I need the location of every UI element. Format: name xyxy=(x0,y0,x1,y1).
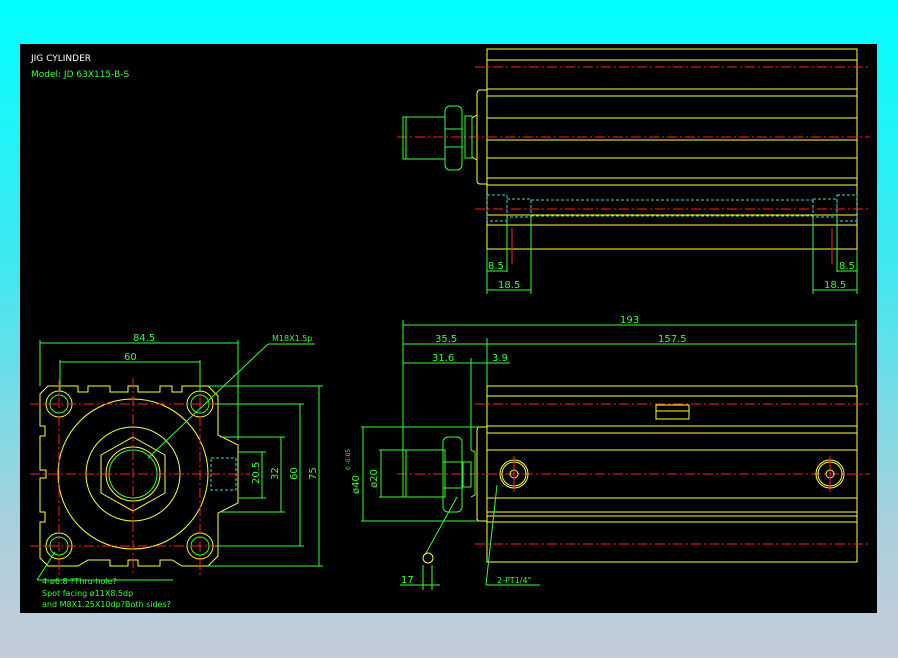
dim-20-5: 20.5 xyxy=(251,462,262,484)
dim-body: 157.5 xyxy=(658,334,687,345)
dim-boss-tol: 0 -0.05 xyxy=(345,449,352,470)
dim-pitch: 60 xyxy=(124,352,137,363)
dim-8-5-left: 8.5 xyxy=(488,261,504,272)
drawing-title: JIG CYLINDER xyxy=(30,54,91,64)
dim-nut: 17 xyxy=(401,575,414,586)
hole-note-1: 4-ø6.8 ?Thru-hole? xyxy=(42,577,117,586)
dim-8-5-right: 8.5 xyxy=(839,261,855,272)
dim-boss-dia: ø40 xyxy=(351,475,362,494)
dim-32: 32 xyxy=(270,467,281,480)
dim-rod-dia: ø20 xyxy=(369,469,380,488)
dim-18-5-left: 18.5 xyxy=(498,280,520,291)
thread-note: M18X1.5p xyxy=(272,334,312,343)
dim-60-vertical: 60 xyxy=(289,467,300,480)
port-note: 2-PT1/4" xyxy=(497,576,531,585)
hole-note-3: and M8X1.25X10dp?Both sides? xyxy=(42,600,171,609)
dim-overall: 193 xyxy=(620,315,639,326)
dim-75: 75 xyxy=(308,467,319,480)
dim-rod-len: 31.6 xyxy=(432,353,454,364)
dim-gap: 3.9 xyxy=(492,353,508,364)
dim-rod-end: 35.5 xyxy=(435,334,457,345)
dim-width: 84.5 xyxy=(133,333,155,344)
model-label: Model: JD 63X115-B-S xyxy=(31,70,130,80)
dim-18-5-right: 18.5 xyxy=(824,280,846,291)
hole-note-2: Spot facing ø11X8.5dp xyxy=(42,589,133,598)
cad-drawing: JIG CYLINDER Model: JD 63X115-B-S 8.5 18… xyxy=(20,44,877,613)
